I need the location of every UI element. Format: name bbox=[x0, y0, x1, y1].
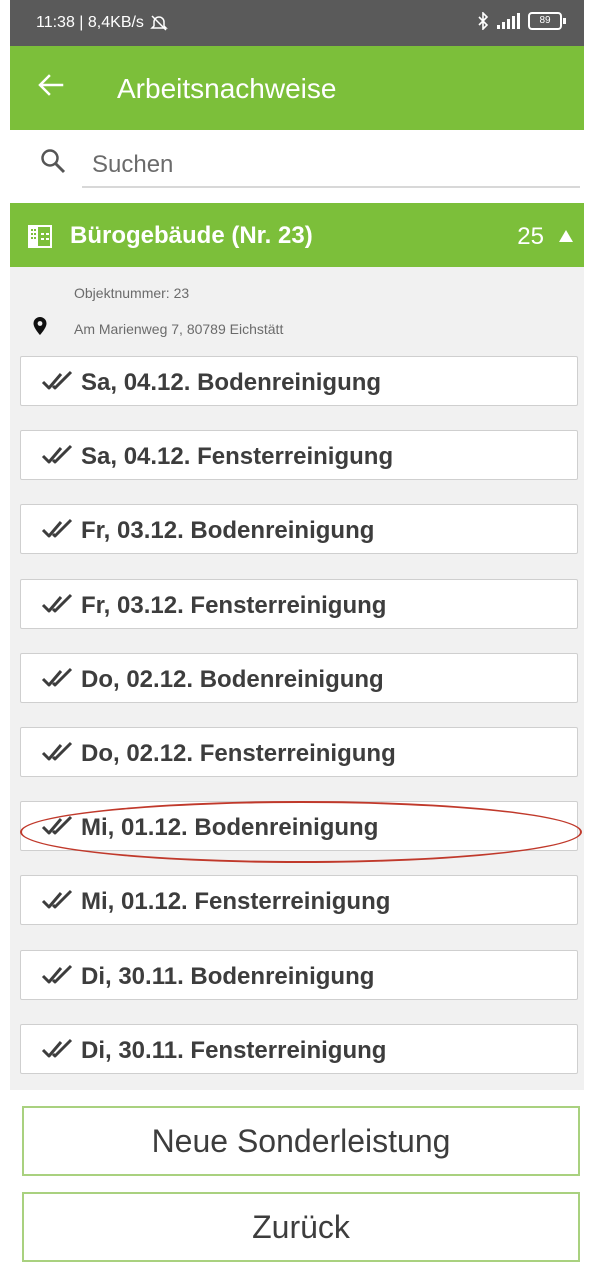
entry-label: Fr, 03.12. Bodenreinigung bbox=[81, 517, 375, 545]
object-details: Objektnummer: 23 Am Marienweg 7, 80789 E… bbox=[10, 267, 584, 1090]
list-item[interactable]: Do, 02.12. Bodenreinigung bbox=[20, 652, 578, 703]
collapse-triangle-icon[interactable] bbox=[558, 229, 574, 243]
building-icon bbox=[28, 225, 52, 248]
double-check-icon bbox=[41, 519, 73, 538]
list-item[interactable]: Do, 02.12. Fensterreinigung bbox=[20, 727, 578, 777]
group-title: Bürogebäude (Nr. 23) bbox=[70, 222, 313, 249]
list-item[interactable]: Mi, 01.12. Bodenreinigung bbox=[20, 801, 578, 852]
app-bar: Arbeitsnachweise bbox=[10, 46, 584, 130]
double-check-icon bbox=[41, 890, 73, 909]
entry-label: Sa, 04.12. Bodenreinigung bbox=[81, 369, 382, 396]
list-item[interactable]: Mi, 01.12. Fensterreinigung bbox=[20, 875, 578, 926]
object-group-header[interactable]: Bürogebäude (Nr. 23) 25 bbox=[10, 203, 584, 267]
status-text: 11:38 | 8,4KB/s bbox=[36, 14, 144, 31]
entry-label: Di, 30.11. Bodenreinigung bbox=[81, 962, 375, 990]
search-input[interactable] bbox=[82, 144, 580, 188]
double-check-icon bbox=[41, 370, 73, 390]
double-check-icon bbox=[41, 667, 73, 687]
list-item[interactable]: Fr, 03.12. Bodenreinigung bbox=[20, 504, 578, 555]
list-item[interactable]: Di, 30.11. Fensterreinigung bbox=[20, 1023, 578, 1074]
page-title: Arbeitsnachweise bbox=[117, 73, 337, 104]
entry-label: Sa, 04.12. Fensterreinigung bbox=[81, 443, 394, 471]
object-address: Am Marienweg 7, 80789 Eichstätt bbox=[74, 321, 284, 337]
entry-label: Di, 30.11. Fensterreinigung bbox=[81, 1036, 387, 1064]
search-icon bbox=[41, 149, 66, 174]
double-check-icon bbox=[41, 816, 73, 835]
object-number: Objektnummer: 23 bbox=[74, 285, 190, 301]
search-bar bbox=[10, 130, 584, 200]
entry-label: Do, 02.12. Bodenreinigung bbox=[81, 665, 384, 693]
location-pin-icon bbox=[33, 317, 47, 335]
double-check-icon bbox=[41, 741, 73, 761]
signal-icon bbox=[497, 13, 520, 29]
bluetooth-icon bbox=[478, 12, 489, 30]
double-check-icon bbox=[41, 964, 73, 984]
battery-icon: 89 bbox=[528, 12, 566, 30]
double-check-icon bbox=[41, 593, 73, 613]
app-screen: 11:38 | 8,4KB/s 89 Arbeitsnachweise Such… bbox=[10, 0, 584, 1262]
alarm-off-icon bbox=[150, 15, 168, 31]
group-count: 25 bbox=[517, 223, 544, 250]
list-item[interactable]: Fr, 03.12. Fensterreinigung bbox=[20, 578, 578, 629]
entry-label: Fr, 03.12. Fensterreinigung bbox=[81, 591, 387, 619]
double-check-icon bbox=[41, 445, 73, 464]
list-item[interactable]: Sa, 04.12. Fensterreinigung bbox=[20, 430, 578, 481]
list-item[interactable]: Sa, 04.12. Bodenreinigung bbox=[20, 356, 578, 406]
double-check-icon bbox=[41, 1038, 73, 1058]
entry-label: Mi, 01.12. Bodenreinigung bbox=[81, 814, 379, 842]
entry-label: Do, 02.12. Fensterreinigung bbox=[81, 740, 396, 767]
back-arrow-icon[interactable] bbox=[36, 70, 66, 100]
entry-label: Mi, 01.12. Fensterreinigung bbox=[81, 888, 391, 916]
list-item[interactable]: Di, 30.11. Bodenreinigung bbox=[20, 949, 578, 1000]
back-button[interactable]: Zurück bbox=[22, 1192, 580, 1262]
status-bar: 11:38 | 8,4KB/s 89 bbox=[10, 0, 584, 46]
new-special-service-button[interactable]: Neue Sonderleistung bbox=[22, 1106, 580, 1176]
